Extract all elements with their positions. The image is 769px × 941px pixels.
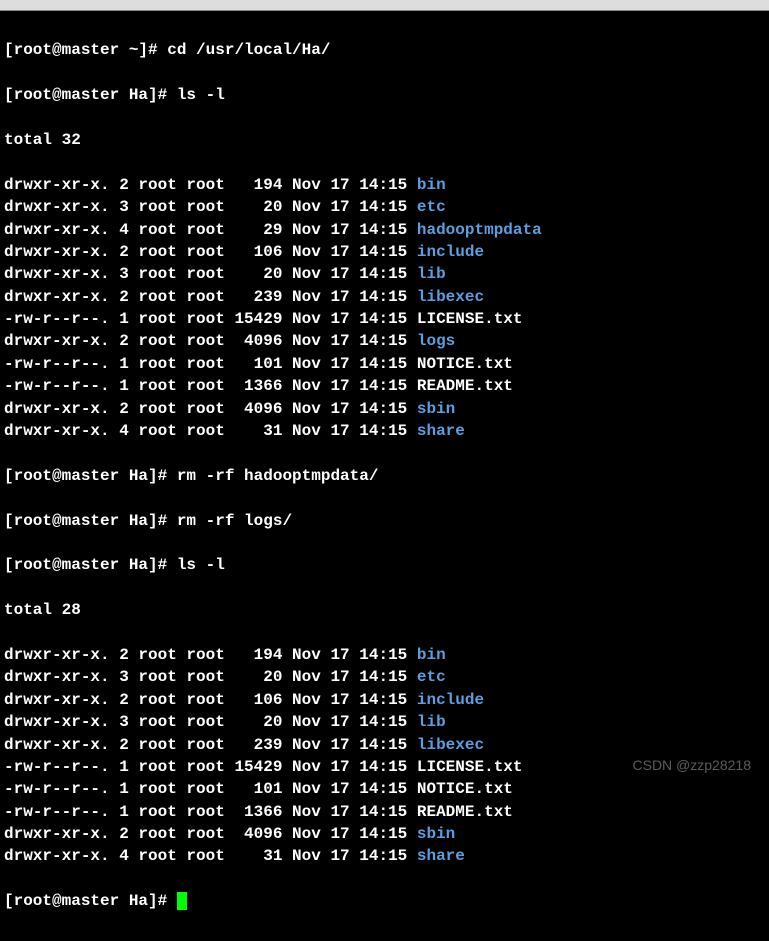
list-meta: drwxr-xr-x. 4 root root 31 Nov 17 14:15 — [4, 847, 417, 865]
list-meta: drwxr-xr-x. 2 root root 194 Nov 17 14:15 — [4, 646, 417, 664]
list-meta: drwxr-xr-x. 2 root root 4096 Nov 17 14:1… — [4, 825, 417, 843]
directory-name: etc — [417, 198, 446, 216]
list-row: -rw-r--r--. 1 root root 1366 Nov 17 14:1… — [4, 801, 765, 823]
list-meta: drwxr-xr-x. 3 root root 20 Nov 17 14:15 — [4, 198, 417, 216]
list-row: drwxr-xr-x. 2 root root 4096 Nov 17 14:1… — [4, 398, 765, 420]
list-row: drwxr-xr-x. 2 root root 239 Nov 17 14:15… — [4, 286, 765, 308]
listing-1: drwxr-xr-x. 2 root root 194 Nov 17 14:15… — [4, 174, 765, 443]
directory-name: bin — [417, 646, 446, 664]
list-meta: drwxr-xr-x. 2 root root 4096 Nov 17 14:1… — [4, 400, 417, 418]
prompt-ls2: [root@master Ha]# ls -l — [4, 554, 765, 576]
list-meta: drwxr-xr-x. 2 root root 106 Nov 17 14:15 — [4, 691, 417, 709]
directory-name: include — [417, 691, 484, 709]
list-row: drwxr-xr-x. 3 root root 20 Nov 17 14:15 … — [4, 263, 765, 285]
file-name: NOTICE.txt — [417, 780, 513, 798]
directory-name: share — [417, 422, 465, 440]
list-meta: drwxr-xr-x. 4 root root 29 Nov 17 14:15 — [4, 221, 417, 239]
directory-name: lib — [417, 265, 446, 283]
list-meta: drwxr-xr-x. 2 root root 239 Nov 17 14:15 — [4, 288, 417, 306]
list-row: -rw-r--r--. 1 root root 101 Nov 17 14:15… — [4, 778, 765, 800]
list-row: drwxr-xr-x. 3 root root 20 Nov 17 14:15 … — [4, 666, 765, 688]
directory-name: logs — [417, 332, 455, 350]
prompt-ls1: [root@master Ha]# ls -l — [4, 84, 765, 106]
file-name: LICENSE.txt — [417, 758, 523, 776]
list-meta: drwxr-xr-x. 2 root root 239 Nov 17 14:15 — [4, 736, 417, 754]
list-row: drwxr-xr-x. 3 root root 20 Nov 17 14:15 … — [4, 711, 765, 733]
list-row: drwxr-xr-x. 2 root root 4096 Nov 17 14:1… — [4, 823, 765, 845]
list-meta: -rw-r--r--. 1 root root 1366 Nov 17 14:1… — [4, 803, 417, 821]
list-meta: -rw-r--r--. 1 root root 101 Nov 17 14:15 — [4, 355, 417, 373]
list-row: drwxr-xr-x. 2 root root 194 Nov 17 14:15… — [4, 174, 765, 196]
prompt-rm1: [root@master Ha]# rm -rf hadooptmpdata/ — [4, 465, 765, 487]
list-meta: drwxr-xr-x. 4 root root 31 Nov 17 14:15 — [4, 422, 417, 440]
total-1: total 32 — [4, 129, 765, 151]
list-meta: drwxr-xr-x. 3 root root 20 Nov 17 14:15 — [4, 668, 417, 686]
prompt-end-text: [root@master Ha]# — [4, 892, 177, 910]
list-row: drwxr-xr-x. 4 root root 31 Nov 17 14:15 … — [4, 845, 765, 867]
watermark: CSDN @zzp28218 — [633, 756, 752, 776]
list-meta: -rw-r--r--. 1 root root 15429 Nov 17 14:… — [4, 310, 417, 328]
directory-name: include — [417, 243, 484, 261]
list-meta: drwxr-xr-x. 3 root root 20 Nov 17 14:15 — [4, 713, 417, 731]
list-row: drwxr-xr-x. 2 root root 239 Nov 17 14:15… — [4, 734, 765, 756]
directory-name: share — [417, 847, 465, 865]
list-meta: drwxr-xr-x. 3 root root 20 Nov 17 14:15 — [4, 265, 417, 283]
list-row: drwxr-xr-x. 2 root root 194 Nov 17 14:15… — [4, 644, 765, 666]
list-meta: drwxr-xr-x. 2 root root 106 Nov 17 14:15 — [4, 243, 417, 261]
prompt-rm2: [root@master Ha]# rm -rf logs/ — [4, 510, 765, 532]
list-row: -rw-r--r--. 1 root root 101 Nov 17 14:15… — [4, 353, 765, 375]
directory-name: etc — [417, 668, 446, 686]
list-row: drwxr-xr-x. 2 root root 106 Nov 17 14:15… — [4, 241, 765, 263]
list-row: drwxr-xr-x. 2 root root 106 Nov 17 14:15… — [4, 689, 765, 711]
list-row: -rw-r--r--. 1 root root 15429 Nov 17 14:… — [4, 308, 765, 330]
list-row: drwxr-xr-x. 3 root root 20 Nov 17 14:15 … — [4, 196, 765, 218]
directory-name: libexec — [417, 288, 484, 306]
list-row: drwxr-xr-x. 4 root root 31 Nov 17 14:15 … — [4, 420, 765, 442]
directory-name: sbin — [417, 825, 455, 843]
file-name: README.txt — [417, 803, 513, 821]
list-row: -rw-r--r--. 1 root root 1366 Nov 17 14:1… — [4, 375, 765, 397]
list-meta: -rw-r--r--. 1 root root 1366 Nov 17 14:1… — [4, 377, 417, 395]
total-2: total 28 — [4, 599, 765, 621]
file-name: NOTICE.txt — [417, 355, 513, 373]
cursor-icon — [177, 892, 187, 910]
directory-name: libexec — [417, 736, 484, 754]
directory-name: lib — [417, 713, 446, 731]
list-row: drwxr-xr-x. 4 root root 29 Nov 17 14:15 … — [4, 219, 765, 241]
prompt-end[interactable]: [root@master Ha]# — [4, 890, 765, 912]
directory-name: bin — [417, 176, 446, 194]
directory-name: hadooptmpdata — [417, 221, 542, 239]
list-meta: -rw-r--r--. 1 root root 101 Nov 17 14:15 — [4, 780, 417, 798]
list-meta: drwxr-xr-x. 2 root root 194 Nov 17 14:15 — [4, 176, 417, 194]
list-meta: drwxr-xr-x. 2 root root 4096 Nov 17 14:1… — [4, 332, 417, 350]
directory-name: sbin — [417, 400, 455, 418]
file-name: README.txt — [417, 377, 513, 395]
prompt-cd: [root@master ~]# cd /usr/local/Ha/ — [4, 39, 765, 61]
file-name: LICENSE.txt — [417, 310, 523, 328]
list-meta: -rw-r--r--. 1 root root 15429 Nov 17 14:… — [4, 758, 417, 776]
list-row: drwxr-xr-x. 2 root root 4096 Nov 17 14:1… — [4, 330, 765, 352]
terminal-output[interactable]: [root@master ~]# cd /usr/local/Ha/ [root… — [0, 11, 769, 941]
window-topbar — [0, 0, 769, 11]
